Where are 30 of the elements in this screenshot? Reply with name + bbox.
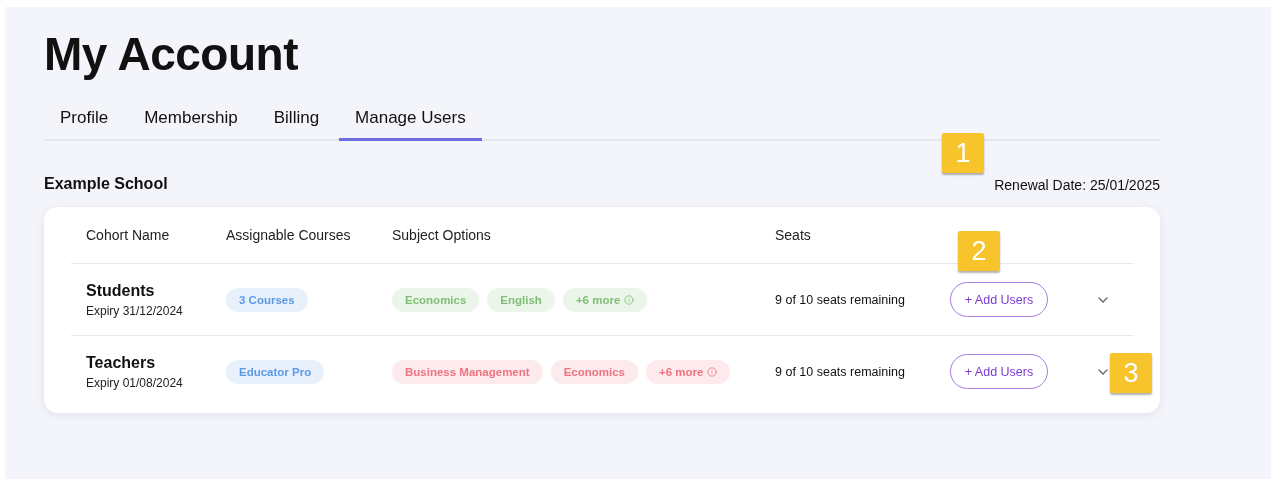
expiry-date: Expiry 01/08/2024 <box>86 375 184 390</box>
seats-remaining: 9 of 10 seats remaining <box>775 292 906 307</box>
tab[interactable]: Billing <box>257 108 336 142</box>
column-header: Assignable Courses <box>226 227 352 244</box>
add-users-button[interactable]: + Add Users <box>950 282 1048 318</box>
column-header: Cohort Name <box>86 227 171 244</box>
page-title: My Account <box>44 27 299 82</box>
subject-tag: Economics <box>550 359 638 384</box>
cohort-name: Teachers <box>86 353 157 372</box>
callout-marker: 2 <box>958 231 1000 271</box>
subject-tag: Business Management <box>392 359 543 384</box>
info-icon <box>707 366 718 377</box>
expiry-date: Expiry 31/12/2024 <box>86 303 184 318</box>
tab[interactable]: Profile <box>44 108 125 142</box>
tab[interactable]: Manage Users <box>339 108 482 142</box>
callout-marker: 3 <box>1110 353 1152 393</box>
column-header: Seats <box>775 227 812 244</box>
renewal-date: Renewal Date: 25/01/2025 <box>994 177 1160 194</box>
course-tag: Educator Pro <box>226 359 325 384</box>
organisation-name: Example School <box>44 175 168 194</box>
info-icon <box>624 294 635 305</box>
subject-tag: Economics <box>392 287 480 312</box>
column-header: Subject Options <box>392 227 492 244</box>
seats-remaining: 9 of 10 seats remaining <box>775 364 906 379</box>
cohort-name: Students <box>86 281 156 300</box>
subject-tag: English <box>487 287 555 312</box>
callout-marker: 1 <box>942 133 984 173</box>
course-tag: 3 Courses <box>226 287 308 312</box>
add-users-button[interactable]: + Add Users <box>950 354 1048 390</box>
tab[interactable]: Membership <box>128 108 254 142</box>
